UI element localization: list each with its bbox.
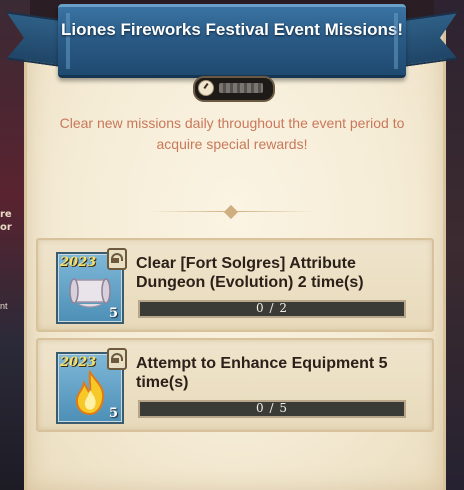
flame-icon <box>75 370 105 416</box>
mission-progress-bar: 0 / 5 <box>138 400 406 418</box>
event-timer <box>193 76 275 102</box>
reward-year-label: 2023 <box>60 355 97 370</box>
mission-description: Clear [Fort Solgres] Attribute Dungeon (… <box>136 255 364 291</box>
progress-text: 0 / 2 <box>256 301 288 315</box>
reward-count: 5 <box>108 306 118 321</box>
lock-badge-icon <box>107 348 127 370</box>
timer-value-obscured <box>219 83 263 93</box>
mission-card[interactable]: 2023 5 Attempt to Enhance Equipment 5 ti… <box>36 338 434 432</box>
ornament-divider <box>150 204 314 220</box>
event-description: Clear new missions daily throughout the … <box>59 115 405 152</box>
background-partial-text: re or <box>0 209 12 233</box>
reward-count: 5 <box>108 406 118 421</box>
reward-year-label: 2023 <box>60 255 97 270</box>
lock-badge-icon <box>107 248 127 270</box>
progress-text: 0 / 5 <box>256 401 288 415</box>
clock-icon <box>198 80 214 96</box>
background-partial-text-2: nt <box>0 301 8 311</box>
mission-card[interactable]: 2023 5 Clear [Fort Solgres] Attribute Du… <box>36 238 434 332</box>
event-title: Liones Fireworks Festival Event Missions… <box>61 20 403 39</box>
scroll-icon <box>69 278 111 308</box>
mission-progress-bar: 0 / 2 <box>138 300 406 318</box>
mission-description: Attempt to Enhance Equipment 5 time(s) <box>136 355 388 391</box>
title-banner: Liones Fireworks Festival Event Missions… <box>58 4 406 78</box>
